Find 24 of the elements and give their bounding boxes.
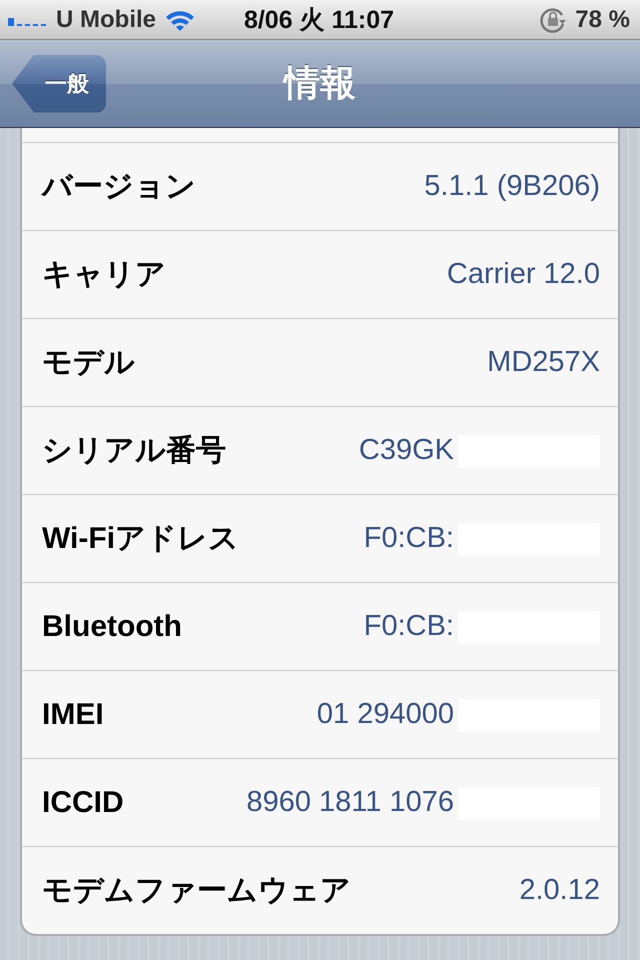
row-value: MD257X (487, 346, 600, 379)
page-title: 情報 (284, 61, 356, 105)
row-value: F0:CB: (364, 610, 454, 643)
row-value: 2.0.12 (519, 874, 600, 907)
row-label: シリアル番号 (42, 433, 226, 469)
row-value: F0:CB: (364, 522, 454, 555)
clock-time: 8/06 火 11:07 (244, 5, 394, 36)
row-label: Bluetooth (42, 610, 182, 644)
row-label: IMEI (42, 698, 104, 732)
row-label: Wi-Fiアドレス (42, 521, 240, 557)
row-label: モデル (42, 345, 135, 381)
row-value: 01 294000 (316, 698, 454, 731)
battery-percentage: 78 % (575, 6, 630, 34)
row-label: モデムファームウェア (42, 873, 351, 909)
back-button[interactable]: 一般 (12, 54, 106, 112)
row-value: C39GK (358, 434, 454, 467)
row-value: Carrier 12.0 (446, 258, 600, 291)
row-value: 8960 1811 1076 (246, 786, 454, 819)
rotation-lock-icon (539, 6, 568, 34)
row-label: ICCID (42, 786, 124, 820)
carrier-name: U Mobile (56, 6, 156, 34)
row-label: バージョン (42, 169, 196, 205)
row-value: 5.1.1 (9B206) (424, 170, 600, 203)
row-label: キャリア (42, 257, 166, 293)
